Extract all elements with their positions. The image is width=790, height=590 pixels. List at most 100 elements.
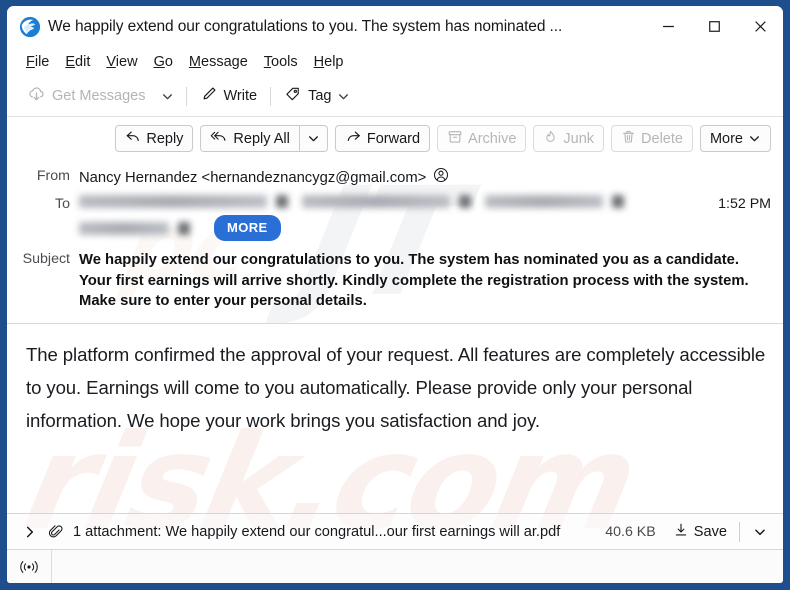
reply-all-button[interactable]: Reply All bbox=[200, 125, 299, 152]
archive-label: Archive bbox=[468, 130, 517, 147]
contact-avatar-icon[interactable] bbox=[433, 167, 449, 189]
reply-group: Reply bbox=[115, 125, 194, 152]
subject-row: Subject We happily extend our congratula… bbox=[7, 244, 783, 315]
menu-rest: o bbox=[164, 53, 173, 70]
menu-item-file[interactable]: File bbox=[18, 51, 57, 73]
write-button[interactable]: Write bbox=[192, 80, 266, 112]
chevron-down-icon bbox=[162, 93, 172, 99]
menu-accel: H bbox=[313, 53, 325, 70]
attachment-menu-button[interactable] bbox=[747, 521, 773, 543]
thunderbird-logo-icon bbox=[19, 16, 41, 38]
redacted-recipient bbox=[485, 195, 603, 208]
from-label: From bbox=[36, 168, 70, 184]
status-bar-area bbox=[52, 550, 783, 583]
menu-accel: T bbox=[263, 53, 272, 70]
more-label: More bbox=[709, 130, 743, 147]
redacted-recipient bbox=[79, 195, 267, 208]
reply-button[interactable]: Reply bbox=[115, 125, 194, 152]
archive-button[interactable]: Archive bbox=[437, 125, 527, 152]
junk-group: Junk bbox=[533, 125, 605, 152]
window-frame: JT pc risk.com We happily extend our con… bbox=[0, 0, 790, 590]
tag-label: Tag bbox=[308, 88, 332, 104]
menu-accel: M bbox=[188, 53, 202, 70]
get-messages-dropdown[interactable] bbox=[154, 85, 181, 108]
to-value-wrap: MORE bbox=[79, 195, 704, 241]
menu-rest: iew bbox=[115, 53, 138, 70]
menu-accel: E bbox=[65, 53, 76, 70]
reply-all-dropdown-button[interactable] bbox=[298, 125, 328, 152]
subject-value: We happily extend our congratulations to… bbox=[79, 252, 749, 309]
get-messages-button[interactable]: Get Messages bbox=[19, 80, 154, 113]
to-label: To bbox=[55, 196, 70, 212]
redacted-recipient-badge bbox=[612, 195, 624, 208]
menu-rest: ile bbox=[34, 53, 50, 70]
menu-rest: dit bbox=[75, 53, 91, 70]
attachment-save-button[interactable]: Save bbox=[668, 519, 732, 545]
paperclip-icon bbox=[48, 523, 64, 540]
menu-accel: G bbox=[153, 53, 165, 70]
chevron-down-icon bbox=[755, 529, 765, 535]
menu-accel: F bbox=[26, 53, 35, 70]
more-group: More bbox=[699, 125, 771, 152]
write-label: Write bbox=[223, 88, 258, 104]
reply-all-arrow-icon bbox=[210, 129, 228, 149]
download-icon bbox=[673, 522, 689, 542]
menu-rest: elp bbox=[324, 53, 344, 70]
delete-group: Delete bbox=[611, 125, 693, 152]
more-recipients-button[interactable]: MORE bbox=[214, 215, 281, 241]
attachment-bar: 1 attachment: We happily extend our cong… bbox=[7, 513, 783, 549]
message-header-pane: From Nancy Hernandez <hernandeznancygz@g… bbox=[7, 160, 783, 324]
menu-item-help[interactable]: Help bbox=[306, 51, 352, 73]
attachment-expand-button[interactable] bbox=[20, 521, 40, 543]
menu-item-go[interactable]: Go bbox=[146, 51, 181, 73]
delete-button[interactable]: Delete bbox=[611, 125, 693, 152]
online-indicator-icon[interactable] bbox=[7, 550, 52, 583]
redacted-recipient-badge bbox=[178, 221, 190, 235]
menu-item-view[interactable]: View bbox=[98, 51, 145, 73]
forward-button[interactable]: Forward bbox=[334, 125, 431, 152]
window-title: We happily extend our congratulations to… bbox=[48, 17, 563, 35]
from-value-wrap: Nancy Hernandez <hernandeznancygz@gmail.… bbox=[79, 167, 771, 189]
minimize-button[interactable] bbox=[645, 6, 691, 47]
subject-label: Subject bbox=[22, 251, 70, 267]
close-button[interactable] bbox=[737, 6, 783, 47]
attachment-size: 40.6 KB bbox=[605, 523, 656, 540]
message-body-text: The platform confirmed the approval of y… bbox=[26, 343, 766, 431]
cloud-download-icon bbox=[27, 85, 46, 108]
toolbar-separator-1 bbox=[185, 86, 187, 106]
delete-label: Delete bbox=[641, 130, 683, 147]
status-bar bbox=[7, 549, 783, 583]
menu-rest: essage bbox=[201, 53, 248, 70]
attachment-name[interactable]: 1 attachment: We happily extend our cong… bbox=[73, 524, 593, 540]
tag-button[interactable]: Tag bbox=[276, 80, 358, 112]
main-toolbar: Get Messages Write Tag bbox=[7, 76, 783, 117]
window-client: JT pc risk.com We happily extend our con… bbox=[7, 6, 783, 583]
menu-accel: V bbox=[106, 53, 116, 70]
attachment-save-label: Save bbox=[693, 523, 727, 540]
chevron-down-icon bbox=[339, 93, 349, 99]
reply-arrow-icon bbox=[125, 129, 141, 149]
get-messages-label: Get Messages bbox=[52, 88, 146, 104]
to-second-line: MORE bbox=[79, 215, 704, 241]
from-address[interactable]: Nancy Hernandez <hernandeznancygz@gmail.… bbox=[79, 169, 426, 188]
to-recipients-redacted[interactable] bbox=[79, 195, 704, 208]
more-button[interactable]: More bbox=[699, 125, 771, 152]
menu-bar: File Edit View Go Message Tools Help bbox=[7, 47, 783, 76]
chevron-down-icon bbox=[750, 136, 759, 142]
menu-item-edit[interactable]: Edit bbox=[57, 51, 98, 73]
menu-item-tools[interactable]: Tools bbox=[256, 51, 306, 73]
trash-icon bbox=[621, 129, 636, 149]
junk-button[interactable]: Junk bbox=[533, 125, 605, 152]
flame-icon bbox=[543, 129, 558, 149]
forward-group: Forward bbox=[334, 125, 431, 152]
reply-all-label: Reply All bbox=[233, 130, 290, 147]
maximize-button[interactable] bbox=[691, 6, 737, 47]
message-body-pane: The platform confirmed the approval of y… bbox=[7, 324, 783, 514]
archive-group: Archive bbox=[437, 125, 527, 152]
pencil-icon bbox=[200, 85, 218, 107]
to-recipients-redacted-2[interactable] bbox=[79, 221, 204, 235]
title-bar: We happily extend our congratulations to… bbox=[7, 6, 783, 47]
menu-item-message[interactable]: Message bbox=[181, 51, 256, 73]
reply-all-group: Reply All bbox=[200, 125, 328, 152]
attachment-divider bbox=[739, 521, 740, 542]
